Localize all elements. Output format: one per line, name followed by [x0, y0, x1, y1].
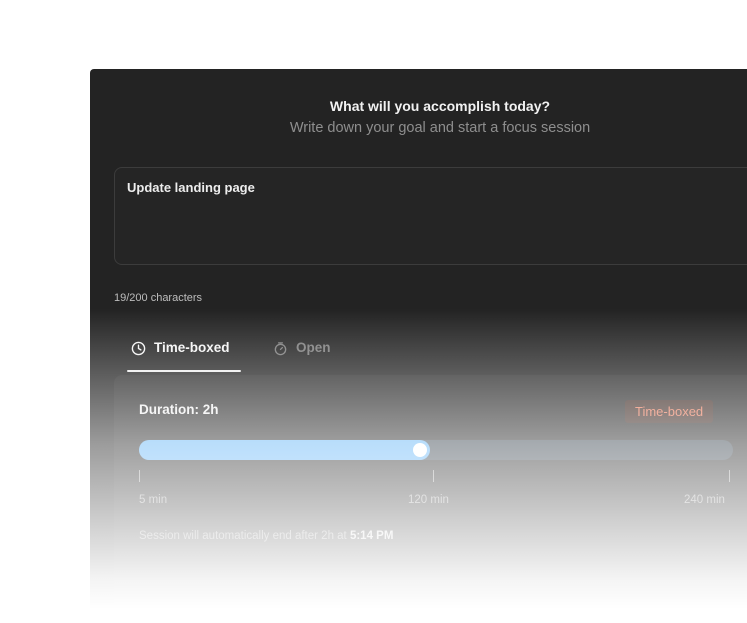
- tick-mid: [433, 470, 434, 482]
- tick-min: [139, 470, 140, 482]
- focus-session-panel: What will you accomplish today? Write do…: [90, 69, 747, 609]
- scale-label-min: 5 min: [139, 494, 168, 506]
- mode-badge: Time-boxed: [625, 400, 714, 423]
- duration-label: Duration: 2h: [139, 402, 219, 417]
- slider-thumb[interactable]: [413, 443, 427, 457]
- stopwatch-icon: [273, 341, 288, 356]
- active-tab-indicator: [127, 370, 241, 372]
- character-count: 19/200 characters: [114, 292, 203, 304]
- tick-max: [729, 470, 730, 482]
- tab-time-boxed[interactable]: Time-boxed: [131, 340, 230, 374]
- tab-open[interactable]: Open: [273, 340, 331, 374]
- session-end-text: Session will automatically end after 2h …: [139, 530, 350, 542]
- scale-label-mid: 120 min: [408, 494, 449, 506]
- session-end-time: 5:14 PM: [349, 530, 394, 542]
- goal-input[interactable]: Update landing page: [114, 167, 747, 265]
- page-title: What will you accomplish today?: [329, 98, 551, 114]
- session-end-info: Session will automatically end after 2h …: [139, 530, 393, 542]
- tab-label: Time-boxed: [154, 340, 230, 355]
- slider-fill: [139, 440, 430, 460]
- clock-icon: [131, 341, 146, 356]
- duration-slider[interactable]: [139, 440, 733, 460]
- page-subtitle: Write down your goal and start a focus s…: [289, 120, 591, 136]
- session-settings-card: Duration: 2h Time-boxed 5 min 120 min 24…: [114, 375, 747, 609]
- scale-label-max: 240 min: [684, 494, 725, 506]
- tab-label: Open: [296, 340, 331, 355]
